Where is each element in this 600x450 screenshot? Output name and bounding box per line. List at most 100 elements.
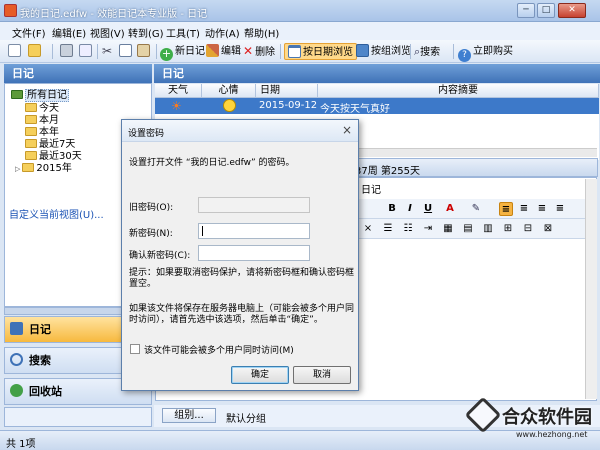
calendar-icon (288, 45, 301, 58)
open-folder-icon[interactable] (28, 43, 43, 60)
list-button[interactable]: ☰ (381, 222, 395, 236)
custom-view-link[interactable]: 自定义当前视图(U)... (9, 210, 104, 222)
watermark-url: www.hezhong.net (516, 430, 588, 439)
bold-button[interactable]: B (385, 202, 399, 216)
minimize-button[interactable]: ─ (517, 3, 535, 18)
folder-icon (25, 139, 37, 148)
text-cursor (202, 226, 203, 236)
dialog-title: 设置密码 (128, 129, 165, 139)
close-button[interactable]: ✕ (558, 3, 586, 18)
watermark: 合众软件园 www.hezhong.net (464, 396, 598, 448)
new-diary-button[interactable]: + 新日记 (160, 43, 205, 61)
justify-button[interactable]: ≡ (553, 202, 567, 216)
multiuser-checkbox-label[interactable]: 该文件可能会被多个用户同时访问(M) (144, 343, 294, 356)
group-value: 默认分组 (226, 414, 266, 425)
left-pane-header: 日记 (4, 64, 152, 83)
tree-node-month[interactable]: 本月 (25, 115, 59, 127)
search-button[interactable]: ⌕搜索 (414, 43, 440, 60)
delete-table-button[interactable]: ⊠ (541, 222, 555, 236)
toolbar-separator (97, 44, 98, 59)
expand-arrow-icon: ▷ (15, 165, 21, 173)
menu-file[interactable]: 文件(F) (12, 25, 46, 40)
dialog-close-icon[interactable]: × (342, 123, 352, 137)
vertical-scrollbar[interactable] (585, 179, 597, 399)
align-left-button[interactable]: ≡ (499, 202, 513, 216)
toolbar-separator (52, 44, 53, 59)
column-summary[interactable]: 内容摘要 (318, 84, 599, 98)
toolbar: ✂ + 新日记 编辑 ✕ 删除 按日期浏览 按组浏览 ⌕搜索 ? 立即购买 (0, 40, 600, 63)
table-row[interactable]: ☀ 2015-09-12 今天按天气真好 (155, 98, 599, 115)
tree-node-7days[interactable]: 最近7天 (25, 139, 75, 151)
indent-button[interactable]: ⇥ (421, 222, 435, 236)
confirm-password-label: 确认新密码(C): (129, 251, 191, 261)
clear-format-button[interactable]: × (361, 222, 375, 236)
cancel-button[interactable]: 取消 (293, 366, 351, 384)
align-center-button[interactable]: ≡ (517, 202, 531, 216)
smile-icon (223, 99, 236, 112)
maximize-button[interactable]: □ (537, 3, 555, 18)
copy-icon[interactable] (119, 43, 134, 60)
left-footer (4, 407, 152, 427)
new-password-label: 新密码(N): (129, 229, 173, 239)
right-pane-header: 日记 (154, 64, 600, 83)
new-password-field[interactable] (198, 223, 310, 239)
browse-by-date-button[interactable]: 按日期浏览 (284, 43, 357, 60)
tree-node-all[interactable]: 所有日记 (11, 89, 69, 102)
confirm-password-field[interactable] (198, 245, 310, 261)
split-cells-button[interactable]: ⊟ (521, 222, 535, 236)
menu-edit[interactable]: 编辑(E) (52, 25, 86, 40)
underline-button[interactable]: U (421, 202, 435, 216)
column-weather[interactable]: 天气 (155, 84, 202, 98)
paste-icon[interactable] (137, 43, 152, 60)
table-col-button[interactable]: ▥ (481, 222, 495, 236)
table-row-button[interactable]: ▤ (461, 222, 475, 236)
recycle-icon (10, 384, 23, 397)
menu-action[interactable]: 动作(A) (205, 25, 240, 40)
new-file-icon[interactable] (8, 43, 23, 60)
tree-node-today[interactable]: 今天 (25, 103, 59, 115)
tree-node-30days[interactable]: 最近30天 (25, 151, 82, 163)
cut-icon[interactable]: ✂ (102, 43, 112, 60)
font-color-button[interactable]: A (443, 202, 457, 216)
print-icon[interactable] (60, 43, 75, 60)
edit-button[interactable]: 编辑 (206, 43, 241, 60)
server-note: 如果该文件将保存在服务器电脑上（可能会被多个用户同时访问），请首先选中该选项，然… (129, 304, 355, 325)
diary-title-field[interactable]: 日记 (361, 181, 381, 196)
menu-tools[interactable]: 工具(T) (166, 25, 200, 40)
ok-button[interactable]: 确定 (231, 366, 289, 384)
search-nav-icon (10, 353, 23, 366)
pencil-icon (206, 44, 219, 57)
numbered-list-button[interactable]: ☷ (401, 222, 415, 236)
old-password-label: 旧密码(O): (129, 203, 174, 213)
menu-view[interactable]: 视图(V) (90, 25, 125, 40)
merge-cells-button[interactable]: ⊞ (501, 222, 515, 236)
delete-button[interactable]: ✕ 删除 (243, 43, 275, 60)
align-right-button[interactable]: ≡ (535, 202, 549, 216)
group-button[interactable]: 组别... (162, 408, 216, 423)
highlight-button[interactable]: ✎ (469, 202, 483, 216)
toolbar-separator (280, 44, 281, 59)
diary-folder-icon (11, 90, 23, 99)
dialog-title-bar: 设置密码 × (122, 120, 358, 142)
column-date[interactable]: 日期 (256, 84, 318, 98)
column-mood[interactable]: 心情 (202, 84, 256, 98)
italic-button[interactable]: I (403, 202, 417, 216)
group-icon (356, 44, 369, 57)
tree-node-year[interactable]: 本年 (25, 127, 59, 139)
preview-icon[interactable] (79, 43, 94, 60)
menu-help[interactable]: 帮助(H) (244, 25, 279, 40)
browse-by-group-button[interactable]: 按组浏览 (356, 43, 411, 60)
folder-icon (25, 115, 37, 124)
app-icon (4, 4, 17, 17)
plus-icon: + (160, 47, 173, 61)
menu-goto[interactable]: 转到(G) (128, 25, 164, 40)
toolbar-separator (156, 44, 157, 59)
table-insert-button[interactable]: ▦ (441, 222, 455, 236)
tree-node-2015[interactable]: ▷ 2015年 (15, 163, 72, 175)
toolbar-separator (410, 44, 411, 59)
window-title: 我的日记.edfw - 效能日记本专业版 - 日记 (20, 9, 208, 20)
buy-now-button[interactable]: ? 立即购买 (458, 43, 513, 62)
multiuser-checkbox[interactable] (130, 344, 140, 354)
row-summary: 今天按天气真好 (320, 104, 390, 115)
folder-icon (25, 127, 37, 136)
